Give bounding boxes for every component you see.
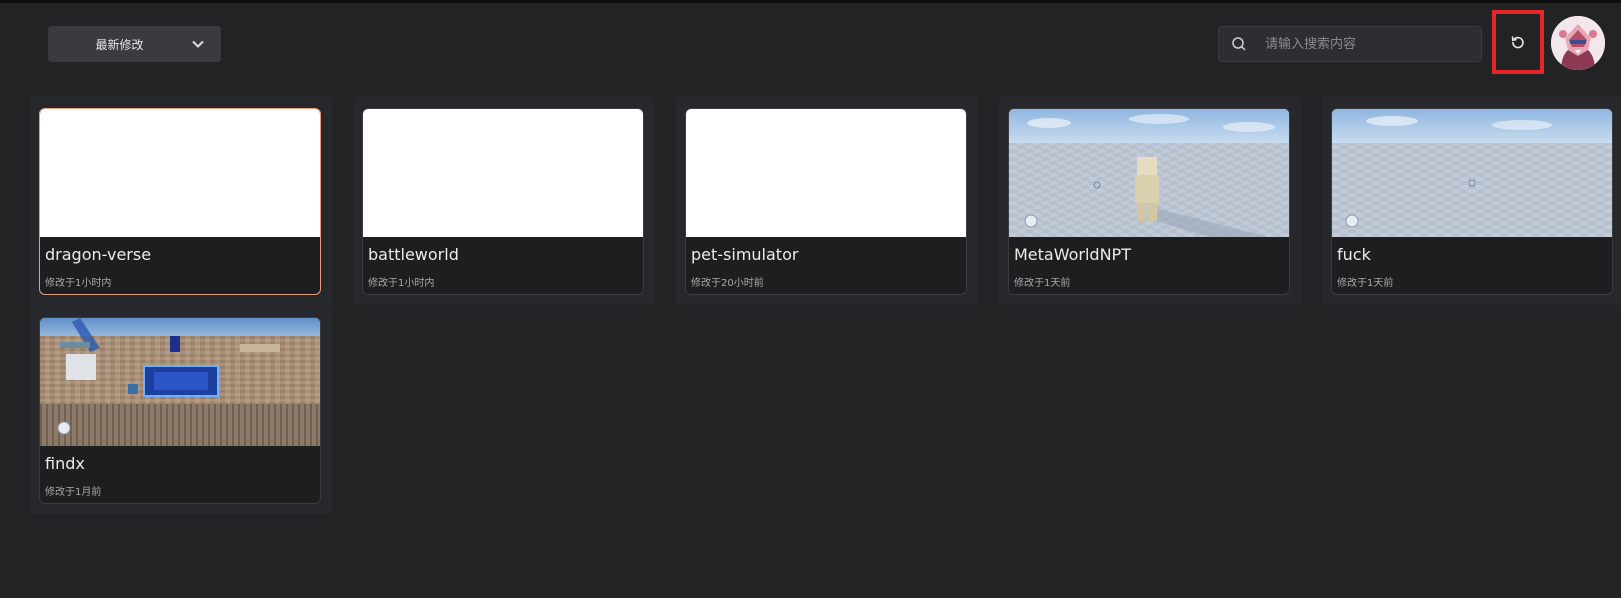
search-icon — [1232, 37, 1246, 51]
project-card[interactable]: battleworld 修改于1小时内 — [362, 108, 644, 295]
project-card[interactable]: pet-simulator 修改于20小时前 — [685, 108, 967, 295]
project-tile: findx 修改于1月前 — [30, 306, 332, 514]
chevron-down-icon — [192, 40, 204, 48]
project-thumbnail — [40, 318, 320, 446]
project-name: battleworld — [368, 245, 459, 264]
project-modified-time: 修改于1天前 — [1014, 278, 1071, 289]
sort-dropdown-label: 最新修改 — [95, 37, 144, 52]
project-tile: dragon-verse 修改于1小时内 — [30, 97, 332, 305]
project-tile: pet-simulator 修改于20小时前 — [676, 97, 978, 305]
project-thumbnail — [1332, 109, 1612, 237]
project-name: fuck — [1337, 245, 1371, 264]
project-tile: fuck 修改于1天前 — [1322, 97, 1621, 305]
project-name: pet-simulator — [691, 245, 799, 264]
refresh-button[interactable] — [1492, 10, 1544, 74]
refresh-icon — [1511, 36, 1524, 49]
project-name: dragon-verse — [45, 245, 152, 264]
search-input[interactable] — [1263, 35, 1467, 53]
project-modified-time: 修改于1小时内 — [368, 278, 435, 289]
project-thumbnail — [363, 109, 643, 237]
project-tile: MetaWorldNPT 修改于1天前 — [999, 97, 1301, 305]
project-modified-time: 修改于1天前 — [1337, 278, 1394, 289]
project-modified-time: 修改于1月前 — [45, 487, 102, 498]
search-box[interactable] — [1218, 26, 1482, 62]
avatar-image — [1551, 16, 1605, 70]
project-thumbnail — [40, 109, 320, 237]
project-card[interactable]: dragon-verse 修改于1小时内 — [39, 108, 321, 295]
project-thumbnail — [1009, 109, 1289, 237]
user-avatar[interactable] — [1551, 16, 1605, 70]
project-modified-time: 修改于1小时内 — [45, 278, 112, 289]
project-thumbnail — [686, 109, 966, 237]
project-modified-time: 修改于20小时前 — [691, 278, 764, 289]
sort-dropdown[interactable]: 最新修改 — [48, 26, 221, 62]
project-tile: battleworld 修改于1小时内 — [353, 97, 655, 305]
project-name: MetaWorldNPT — [1014, 245, 1131, 264]
project-card[interactable]: MetaWorldNPT 修改于1天前 — [1008, 108, 1290, 295]
project-card[interactable]: fuck 修改于1天前 — [1331, 108, 1613, 295]
project-card[interactable]: findx 修改于1月前 — [39, 317, 321, 504]
window-top-border — [0, 0, 1621, 3]
project-name: findx — [45, 454, 85, 473]
